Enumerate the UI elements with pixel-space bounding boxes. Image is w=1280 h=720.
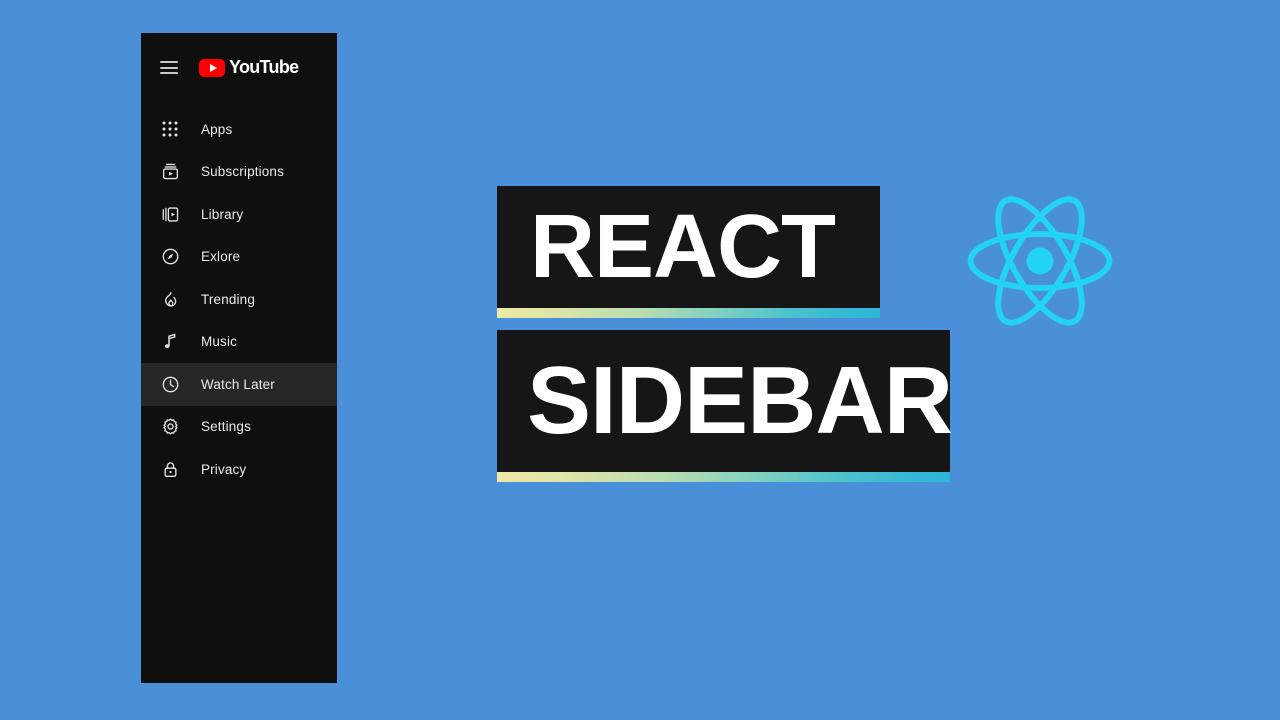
youtube-play-icon (199, 58, 225, 77)
sidebar-item-label: Trending (201, 291, 255, 307)
sidebar-item-label: Subscriptions (201, 164, 284, 180)
gear-settings-icon (160, 417, 180, 437)
flame-trending-icon (160, 289, 180, 309)
apps-grid-icon (160, 119, 180, 139)
sidebar-item-subscriptions[interactable]: Subscriptions (141, 151, 337, 194)
title-text-react: REACT (530, 197, 836, 297)
sidebar-item-music[interactable]: Music (141, 321, 337, 364)
sidebar-item-label: Library (201, 206, 244, 222)
title-box-sidebar: SIDEBAR (497, 330, 953, 472)
title-text-sidebar: SIDEBAR (527, 347, 953, 454)
sidebar-item-label: Apps (201, 121, 233, 137)
sidebar: YouTube Apps Subscriptions Library Exlor… (141, 33, 337, 683)
sidebar-item-watch-later[interactable]: Watch Later (141, 363, 337, 406)
youtube-wordmark: YouTube (229, 57, 299, 77)
sidebar-item-label: Privacy (201, 461, 247, 477)
clock-icon (160, 374, 180, 394)
subscriptions-icon (160, 162, 180, 182)
hamburger-menu-icon[interactable] (160, 61, 178, 74)
sidebar-item-settings[interactable]: Settings (141, 406, 337, 449)
sidebar-item-trending[interactable]: Trending (141, 278, 337, 321)
library-icon (160, 204, 180, 224)
sidebar-item-explore[interactable]: Exlore (141, 236, 337, 279)
sidebar-item-apps[interactable]: Apps (141, 108, 337, 151)
title-block-sidebar: SIDEBAR (497, 330, 953, 482)
sidebar-item-label: Settings (201, 419, 251, 435)
youtube-logo[interactable]: YouTube (199, 57, 299, 78)
sidebar-item-privacy[interactable]: Privacy (141, 448, 337, 491)
sidebar-item-label: Watch Later (201, 376, 275, 392)
sidebar-menu: Apps Subscriptions Library Exlore Trendi… (141, 102, 337, 491)
lock-privacy-icon (160, 459, 180, 479)
music-note-icon (160, 332, 180, 352)
sidebar-item-label: Music (201, 334, 238, 350)
sidebar-header: YouTube (141, 33, 337, 102)
compass-explore-icon (160, 247, 180, 267)
title-box-react: REACT (497, 186, 880, 308)
sidebar-item-library[interactable]: Library (141, 193, 337, 236)
title-underline-sidebar (497, 472, 950, 482)
title-underline-react (497, 308, 880, 318)
title-block-react: REACT (497, 186, 880, 318)
sidebar-item-label: Exlore (201, 249, 241, 265)
react-atom-logo-icon (955, 176, 1125, 346)
